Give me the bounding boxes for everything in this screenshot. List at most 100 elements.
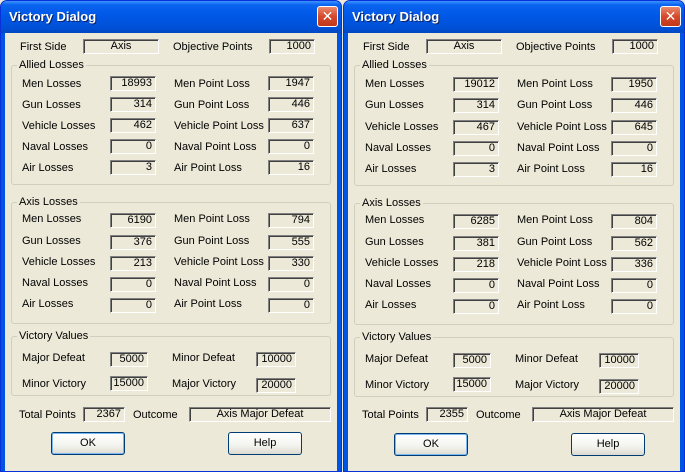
close-button[interactable]: ✕ (317, 6, 338, 27)
axis-vehicle-point-loss-field: 336 (611, 257, 657, 272)
axis-gun-point-loss-field: 562 (611, 236, 657, 251)
victory-values-group: Victory Values Major Defeat 5000 Minor D… (354, 330, 674, 397)
allied-losses-group: Allied Losses Men Losses 18993 Men Point… (11, 58, 331, 185)
title-bar[interactable]: Victory Dialog ✕ (1, 1, 341, 33)
allied-losses-title: Allied Losses (360, 58, 429, 72)
first-side-label: First Side (20, 41, 67, 53)
air-losses-label: Air Losses (365, 299, 417, 311)
allied-air-losses-field: 3 (110, 160, 156, 175)
dialog-body: First Side Axis Objective Points 1000 Al… (348, 33, 680, 471)
objective-points-label: Objective Points (516, 41, 596, 53)
allied-naval-losses-field: 0 (110, 139, 156, 154)
allied-air-losses-field: 3 (453, 162, 499, 177)
victory-values-group: Victory Values Major Defeat 5000 Minor D… (11, 329, 331, 396)
objective-points-field: 1000 (612, 39, 658, 54)
naval-losses-label: Naval Losses (365, 142, 432, 154)
allied-gun-point-loss-field: 446 (268, 97, 314, 112)
victory-values-title: Victory Values (17, 329, 91, 343)
total-points-field: 2355 (426, 407, 468, 422)
minor-victory-label: Minor Victory (365, 379, 429, 391)
axis-losses-group: Axis Losses Men Losses 6285 Men Point Lo… (354, 196, 674, 325)
allied-gun-losses-field: 314 (453, 98, 499, 113)
title-bar[interactable]: Victory Dialog ✕ (344, 1, 684, 33)
ok-button[interactable]: OK (394, 433, 468, 456)
help-button[interactable]: Help (571, 433, 645, 456)
gun-point-loss-label: Gun Point Loss (174, 235, 250, 247)
axis-air-losses-field: 0 (110, 298, 156, 313)
gun-losses-label: Gun Losses (22, 99, 81, 111)
axis-naval-losses-field: 0 (110, 277, 156, 292)
outcome-field: Axis Major Defeat (189, 407, 331, 422)
minor-defeat-label: Minor Defeat (172, 352, 235, 364)
axis-losses-title: Axis Losses (360, 196, 423, 210)
minor-victory-field: 15000 (110, 376, 148, 391)
air-losses-label: Air Losses (365, 163, 417, 175)
major-victory-field: 20000 (256, 378, 296, 393)
axis-gun-losses-field: 376 (110, 235, 156, 250)
allied-naval-point-loss-field: 0 (611, 141, 657, 156)
close-button[interactable]: ✕ (660, 6, 681, 27)
major-victory-label: Major Victory (172, 378, 236, 390)
allied-losses-title: Allied Losses (17, 58, 86, 72)
total-points-label: Total Points (19, 409, 76, 421)
gun-point-loss-label: Gun Point Loss (517, 236, 593, 248)
allied-men-losses-field: 19012 (453, 77, 499, 92)
axis-gun-point-loss-field: 555 (268, 235, 314, 250)
major-defeat-label: Major Defeat (365, 353, 428, 365)
axis-men-losses-field: 6285 (453, 214, 499, 229)
objective-points-field: 1000 (269, 39, 315, 54)
axis-men-point-loss-field: 794 (268, 213, 314, 228)
vehicle-point-loss-label: Vehicle Point Loss (517, 121, 607, 133)
gun-losses-label: Gun Losses (22, 235, 81, 247)
air-losses-label: Air Losses (22, 298, 74, 310)
minor-defeat-field: 10000 (256, 352, 296, 367)
outcome-label: Outcome (133, 409, 178, 421)
allied-gun-losses-field: 314 (110, 97, 156, 112)
objective-points-label: Objective Points (173, 41, 253, 53)
major-defeat-field: 5000 (453, 353, 491, 368)
allied-air-point-loss-field: 16 (268, 160, 314, 175)
minor-victory-field: 15000 (453, 377, 491, 392)
air-point-loss-label: Air Point Loss (174, 162, 242, 174)
allied-men-point-loss-field: 1950 (611, 77, 657, 92)
air-losses-label: Air Losses (22, 162, 74, 174)
help-button[interactable]: Help (228, 432, 302, 455)
vehicle-losses-label: Vehicle Losses (365, 121, 439, 133)
men-losses-label: Men Losses (22, 78, 82, 90)
vehicle-point-loss-label: Vehicle Point Loss (174, 256, 264, 268)
air-point-loss-label: Air Point Loss (174, 298, 242, 310)
naval-point-loss-label: Naval Point Loss (517, 278, 600, 290)
axis-air-point-loss-field: 0 (611, 299, 657, 314)
naval-losses-label: Naval Losses (365, 278, 432, 290)
dialog-body: First Side Axis Objective Points 1000 Al… (5, 33, 337, 471)
outcome-label: Outcome (476, 409, 521, 421)
naval-point-loss-label: Naval Point Loss (174, 141, 257, 153)
allied-men-losses-field: 18993 (110, 76, 156, 91)
axis-men-losses-field: 6190 (110, 213, 156, 228)
allied-vehicle-point-loss-field: 637 (268, 118, 314, 133)
gun-point-loss-label: Gun Point Loss (174, 99, 250, 111)
vehicle-losses-label: Vehicle Losses (22, 120, 96, 132)
first-side-label: First Side (363, 41, 410, 53)
axis-losses-group: Axis Losses Men Losses 6190 Men Point Lo… (11, 195, 331, 324)
victory-dialog-1: Victory Dialog ✕ First Side Axis Objecti… (0, 0, 342, 472)
window-title: Victory Dialog (9, 9, 97, 24)
major-defeat-field: 5000 (110, 352, 148, 367)
vehicle-losses-label: Vehicle Losses (365, 257, 439, 269)
axis-air-losses-field: 0 (453, 299, 499, 314)
axis-naval-point-loss-field: 0 (268, 277, 314, 292)
minor-defeat-field: 10000 (599, 353, 639, 368)
allied-vehicle-point-loss-field: 645 (611, 120, 657, 135)
axis-vehicle-losses-field: 213 (110, 256, 156, 271)
men-losses-label: Men Losses (365, 214, 425, 226)
minor-defeat-label: Minor Defeat (515, 353, 578, 365)
men-losses-label: Men Losses (365, 78, 425, 90)
allied-losses-group: Allied Losses Men Losses 19012 Men Point… (354, 58, 674, 186)
victory-values-title: Victory Values (360, 330, 434, 344)
ok-button[interactable]: OK (51, 432, 125, 455)
axis-losses-title: Axis Losses (17, 195, 80, 209)
air-point-loss-label: Air Point Loss (517, 163, 585, 175)
first-side-field: Axis (83, 39, 159, 54)
outcome-field: Axis Major Defeat (532, 407, 674, 422)
naval-losses-label: Naval Losses (22, 141, 89, 153)
